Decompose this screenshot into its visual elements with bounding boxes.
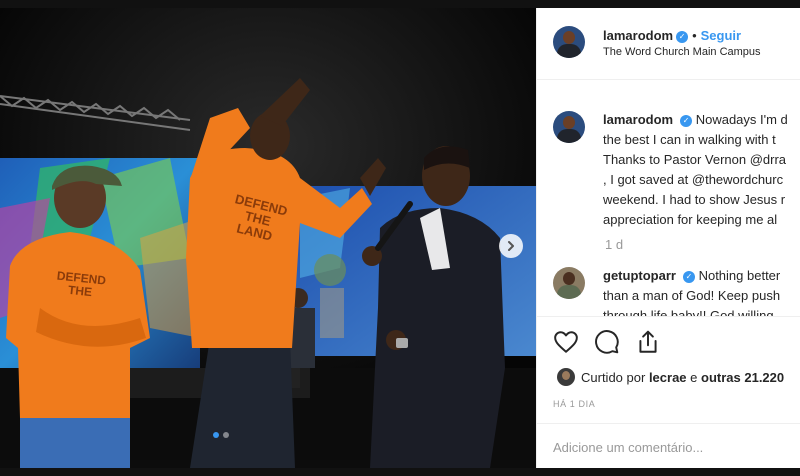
chevron-right-icon — [508, 241, 514, 251]
comment-username[interactable]: getuptoparr — [603, 268, 676, 283]
username-link[interactable]: lamarodom — [603, 28, 673, 43]
caption-avatar[interactable] — [553, 111, 585, 143]
comment-line-1: getuptoparr ✓ Nothing better — [603, 268, 781, 283]
share-icon[interactable] — [635, 329, 661, 355]
caption-line-2: the best I can in walking with t — [603, 132, 776, 147]
add-comment-row: Adicione um comentário... — [537, 423, 800, 468]
post-date: HÁ 1 DIA — [553, 399, 596, 409]
carousel-dot-2 — [223, 432, 229, 438]
caption-line-6: appreciation for keeping me al — [603, 212, 778, 227]
avatar[interactable] — [553, 26, 585, 58]
comment-avatar[interactable] — [553, 267, 585, 299]
post-sidebar: lamarodom ✓ • Seguir The Word Church Main C… — [536, 8, 800, 468]
verified-icon: ✓ — [676, 31, 689, 43]
top-letterbox — [0, 0, 800, 8]
liker-avatar[interactable] — [557, 368, 575, 386]
header-user-row: lamarodom ✓ • Seguir — [603, 27, 741, 45]
follow-button[interactable]: Seguir — [701, 28, 741, 43]
caption-line-1: lamarodom ✓ Nowadays I'm d — [603, 112, 788, 127]
hoodie-print-left: DEFEND THE — [56, 268, 107, 300]
caption-line-3: Thanks to Pastor Vernon @drra — [603, 152, 787, 167]
verified-icon: ✓ — [680, 115, 693, 127]
verified-icon: ✓ — [682, 271, 695, 283]
comments-list: lamarodom ✓ Nowadays I'm d the best I can… — [537, 81, 800, 316]
post-photo[interactable]: DEFEND THE LAND DEFEND THE — [0, 8, 536, 468]
carousel-indicator — [213, 432, 229, 438]
comment-line-2: than a man of God! Keep push — [603, 288, 781, 303]
liker-username[interactable]: lecrae — [649, 370, 687, 385]
bottom-letterbox — [0, 468, 800, 476]
post-actions: Curtido por lecrae e outras 21.220 HÁ 1 … — [537, 316, 800, 466]
caption-age: 1 d — [605, 237, 624, 252]
comment-icon[interactable] — [594, 329, 620, 355]
carousel-dot-1 — [213, 432, 219, 438]
caption-line-5: weekend. I had to show Jesus r — [603, 192, 786, 207]
comment-line-3: through life baby!! God willing — [603, 308, 774, 316]
caption-username[interactable]: lamarodom — [603, 112, 673, 127]
likes-others-link[interactable]: outras 21.220 — [701, 370, 784, 385]
next-photo-button[interactable] — [499, 234, 523, 258]
separator-dot: • — [692, 28, 697, 43]
add-comment-input[interactable]: Adicione um comentário... — [553, 440, 703, 455]
post-header: lamarodom ✓ • Seguir The Word Church Main C… — [537, 8, 800, 80]
caption-line-4: , I got saved at @thewordchurc — [603, 172, 784, 187]
location-link[interactable]: The Word Church Main Campus — [603, 46, 761, 58]
heart-icon[interactable] — [553, 329, 579, 355]
likes-summary: Curtido por lecrae e outras 21.220 — [581, 370, 785, 385]
